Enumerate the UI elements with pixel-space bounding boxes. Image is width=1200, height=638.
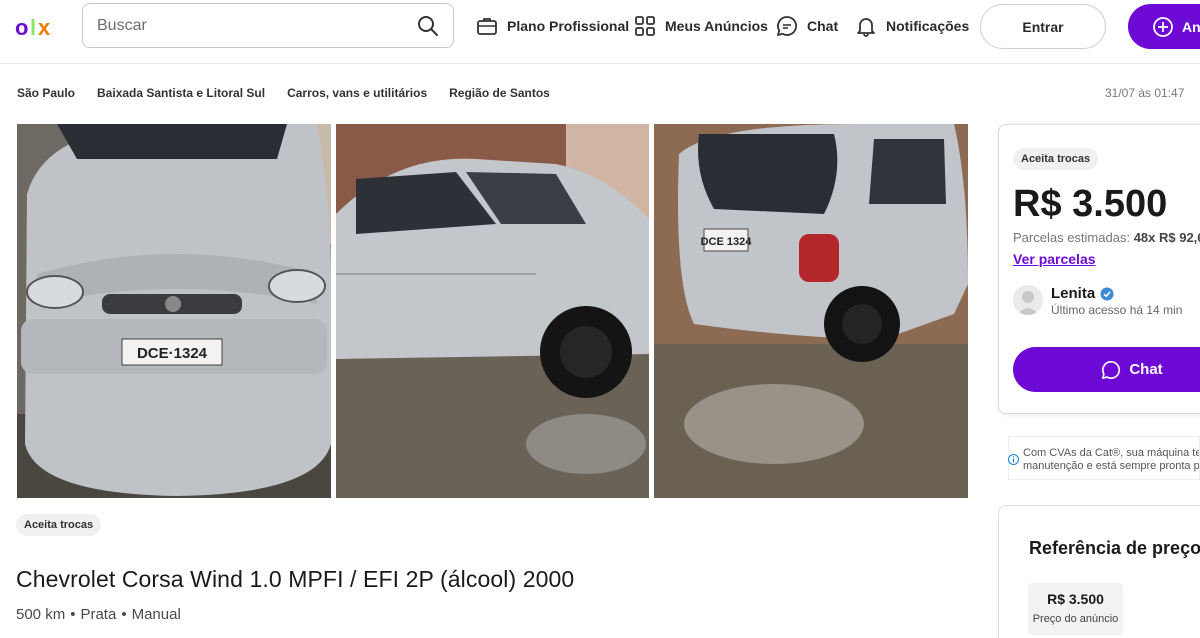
nav-notificacoes[interactable]: Notificações [855, 14, 969, 38]
nav-notificacoes-label: Notificações [886, 18, 970, 34]
breadcrumb-item[interactable]: Região de Santos [449, 86, 550, 100]
seller-last-access: Último acesso há 14 min [1051, 303, 1183, 317]
breadcrumb-item[interactable]: São Paulo [17, 86, 75, 100]
grid-icon [635, 16, 655, 36]
seller-name-text: Lenita [1051, 285, 1096, 302]
avatar[interactable] [1013, 285, 1043, 315]
plus-circle-icon [1153, 16, 1173, 37]
seller-name[interactable]: Lenita [1051, 285, 1114, 302]
ad-banner[interactable]: Com CVAs da Cat®, sua máquina tem manute… [1008, 436, 1200, 480]
parcelas-label: Parcelas estimadas: [1013, 230, 1131, 245]
svg-text:o: o [15, 15, 28, 40]
detail-km: 500 km [16, 606, 66, 623]
search-input[interactable] [97, 15, 397, 37]
anunciar-label: Anunciar [1182, 18, 1200, 35]
license-plate-rear: DCE 1324 [701, 236, 753, 248]
detail-color: Prata [80, 606, 117, 623]
license-plate: DCE·1324 [137, 345, 208, 362]
ad-text-line2: manutenção e está sempre pronta p [1023, 460, 1200, 472]
verified-badge-icon [1100, 287, 1114, 300]
entrar-button[interactable]: Entrar [980, 4, 1106, 49]
user-avatar-icon [1017, 291, 1039, 315]
anunciar-button[interactable]: Anunciar [1128, 4, 1200, 49]
svg-text:l: l [30, 15, 36, 40]
parcelas-estimadas: Parcelas estimadas: 48x R$ 92,6 [1013, 230, 1200, 245]
car-photo-rear[interactable]: DCE 1324 [654, 124, 968, 498]
ad-info-icon[interactable] [1008, 454, 1019, 465]
parcelas-value: 48x R$ 92,6 [1133, 230, 1200, 245]
breadcrumb: São Paulo Baixada Santista e Litoral Sul… [17, 86, 550, 100]
ver-parcelas-link[interactable]: Ver parcelas [1013, 251, 1096, 267]
olx-logo[interactable]: o l x [15, 11, 63, 41]
nav-chat[interactable]: Chat [776, 14, 838, 38]
listing-title: Chevrolet Corsa Wind 1.0 MPFI / EFI 2P (… [16, 566, 575, 592]
breadcrumb-item[interactable]: Carros, vans e utilitários [287, 86, 427, 100]
reference-title: Referência de preço [1029, 538, 1200, 558]
chat-bubble-icon [1102, 360, 1121, 379]
detail-transmission: Manual [131, 606, 181, 623]
listing-date: 31/07 às 01:47 [1105, 86, 1185, 100]
svg-text:x: x [38, 15, 51, 40]
card-aceita-trocas-badge: Aceita trocas [1013, 148, 1099, 170]
nav-chat-label: Chat [807, 18, 839, 34]
nav-plano-label: Plano Profissional [507, 18, 630, 34]
aceita-trocas-badge: Aceita trocas [16, 514, 102, 536]
detail-separator: • [70, 606, 76, 623]
chat-button[interactable]: Chat [1013, 347, 1200, 392]
bell-icon [857, 18, 875, 37]
car-photo-front[interactable]: DCE·1324 [17, 124, 331, 498]
search-icon[interactable] [417, 15, 439, 37]
nav-meus-anuncios[interactable]: Meus Anúncios [634, 14, 768, 38]
chat-button-label: Chat [1129, 361, 1163, 378]
nav-anuncios-label: Meus Anúncios [665, 18, 768, 34]
price-card: Aceita trocas R$ 3.500 Parcelas estimada… [998, 124, 1200, 414]
price-value: R$ 3.500 [1013, 183, 1168, 225]
reference-label: Preço do anúncio [1032, 613, 1119, 625]
reference-value: R$ 3.500 [1047, 591, 1104, 607]
price-reference-card: Referência de preço R$ 3.500 Preço do an… [998, 505, 1200, 638]
chat-bubble-icon [777, 16, 797, 36]
ad-text-line1: Com CVAs da Cat®, sua máquina tem [1023, 447, 1200, 459]
car-photo-side[interactable] [336, 124, 649, 498]
top-header: o l x Plano Profissional Meus Anúncios [0, 0, 1200, 64]
search-box[interactable] [82, 3, 454, 48]
detail-separator: • [121, 606, 127, 623]
listing-details: 500 km • Prata • Manual [16, 606, 181, 623]
reference-box: R$ 3.500 Preço do anúncio [1028, 583, 1123, 635]
nav-plano-profissional[interactable]: Plano Profissional [476, 14, 629, 38]
breadcrumb-item[interactable]: Baixada Santista e Litoral Sul [97, 86, 265, 100]
briefcase-icon [477, 18, 497, 35]
